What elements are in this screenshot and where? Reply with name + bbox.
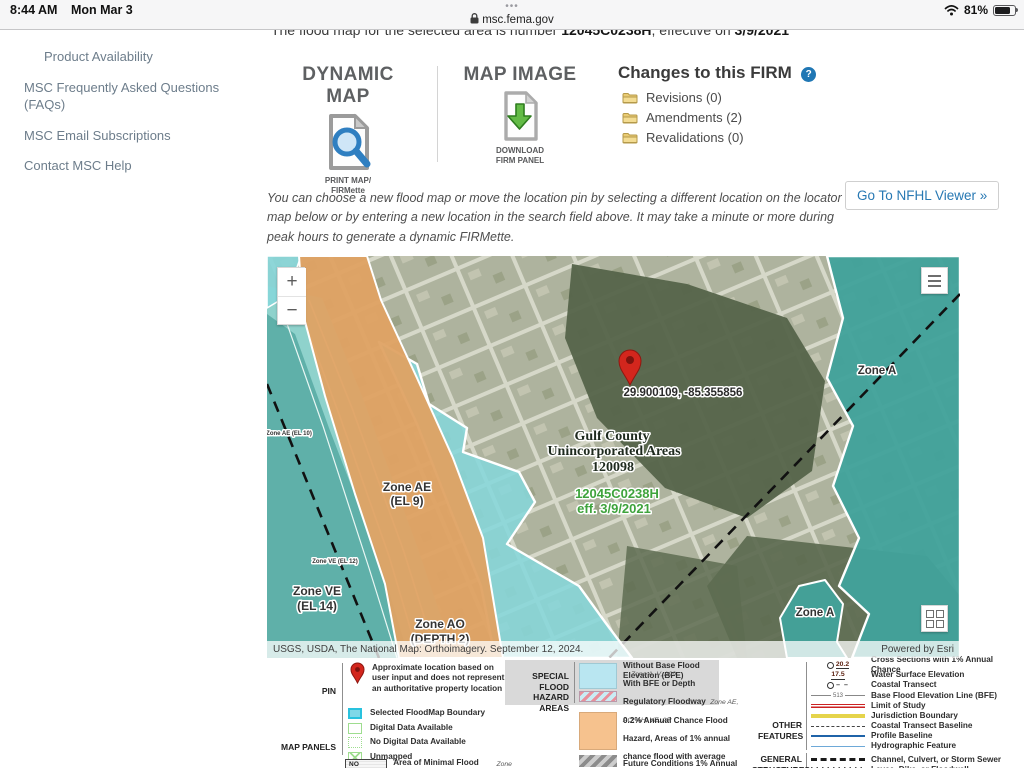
county-areas: Unincorporated Areas <box>547 444 681 459</box>
water-surface-text: Water Surface Elevation <box>871 670 964 680</box>
revalidations-link[interactable]: Revalidations (0) <box>618 130 878 145</box>
tab-overview-icon[interactable]: ••• <box>0 1 1024 12</box>
digital-data-text: Digital Data Available <box>370 723 453 733</box>
transect-baseline-text: Coastal Transect Baseline <box>871 721 972 731</box>
sidebar-item-msc-email-subscriptions[interactable]: MSC Email Subscriptions <box>24 127 224 145</box>
zoom-in-button[interactable]: + <box>278 268 306 296</box>
revisions-link[interactable]: Revisions (0) <box>618 90 878 105</box>
zoom-control: + − <box>277 267 305 325</box>
zone-ae-label: Zone AE <box>383 480 431 494</box>
no-screen-box: NO SCREEN <box>345 759 387 768</box>
selected-boundary-text: Selected FloodMap Boundary <box>370 708 485 718</box>
sfha-cyan-swatch <box>579 663 617 689</box>
browser-chrome: 8:44 AM Mon Mar 3 ••• 81% msc.fema.gov <box>0 0 1024 30</box>
map-image-block[interactable]: MAP IMAGE DOWNLOAD FIRM PANEL <box>458 64 582 167</box>
go-to-nfhl-viewer-button[interactable]: Go To NFHL Viewer » <box>845 181 999 210</box>
sidebar: Product Availability MSC Frequently Aske… <box>24 48 224 188</box>
zone-a-upper-label: Zone A <box>858 365 897 377</box>
profile-baseline-text: Profile Baseline <box>871 731 932 741</box>
other-features-rows: 20.2Cross Sections with 1% Annual Chance… <box>811 660 1024 768</box>
sidebar-item-msc-faqs[interactable]: MSC Frequently Asked Questions (FAQs) <box>24 79 224 114</box>
layer-list-button[interactable] <box>921 267 948 294</box>
hydrographic-text: Hydrographic Feature <box>871 741 956 751</box>
changes-to-firm-section: Changes to this FIRM ? Revisions (0) Ame… <box>618 63 878 145</box>
pin-legend-text: Approximate location based on user input… <box>372 663 512 694</box>
no-screen-zone: Zone X <box>496 761 515 768</box>
future-conditions-swatch <box>579 755 617 767</box>
county-name: Gulf County <box>574 429 649 444</box>
coastal-transect-text: Coastal Transect <box>871 680 937 690</box>
bfe-line-text: Base Flood Elevation Line (BFE) <box>871 691 997 701</box>
revisions-label: Revisions (0) <box>646 90 722 105</box>
limit-of-study-text: Limit of Study <box>871 701 926 711</box>
no-screen-text: Area of Minimal Flood Hazard <box>393 758 490 768</box>
amendments-link[interactable]: Amendments (2) <box>618 110 878 125</box>
revalidations-label: Revalidations (0) <box>646 130 744 145</box>
pin-coordinates-label: 29.900109, -85.355856 <box>624 387 743 399</box>
amendments-label: Amendments (2) <box>646 110 742 125</box>
powered-by-esri: Powered by Esri <box>881 644 954 655</box>
locator-map[interactable]: 29.900109, -85.355856 Gulf County Uninco… <box>267 256 960 658</box>
pin-legend-label: PIN <box>290 686 336 697</box>
floodway-text: Regulatory Floodway <box>623 697 706 706</box>
print-map-firmette-icon <box>282 112 414 174</box>
locator-note: You can choose a new flood map or move t… <box>267 189 845 247</box>
basemap-gallery-button[interactable] <box>921 605 948 632</box>
without-bfe-zones: Zone A, V, A99 <box>631 671 676 678</box>
map-image-caption: DOWNLOAD FIRM PANEL <box>458 146 582 167</box>
url-text: msc.fema.gov <box>482 14 554 26</box>
zoom-out-button[interactable]: − <box>278 296 306 324</box>
changes-title: Changes to this FIRM <box>618 63 792 82</box>
map-image-title: MAP IMAGE <box>458 64 582 86</box>
folder-icon <box>622 112 638 124</box>
future-conditions-text: Future Conditions 1% Annual Chance Flood… <box>623 759 737 768</box>
sidebar-item-product-availability[interactable]: Product Availability <box>24 48 224 66</box>
future-conditions-row: Future Conditions 1% Annual Chance Flood… <box>623 753 741 768</box>
fema-msc-page: 8:44 AM Mon Mar 3 ••• 81% msc.fema.gov T… <box>0 0 1024 768</box>
pin-legend-icon <box>350 662 365 689</box>
map-panels-label: MAP PANELS <box>276 742 336 753</box>
sidebar-item-contact-msc-help[interactable]: Contact MSC Help <box>24 157 224 175</box>
no-digital-data-swatch <box>348 737 362 748</box>
map-canvas: 29.900109, -85.355856 Gulf County Uninco… <box>267 256 960 658</box>
zone-a-lower-label: Zone A <box>796 607 835 619</box>
firm-effective-label: eff. 3/9/2021 <box>577 501 651 516</box>
jurisdiction-text: Jurisdiction Boundary <box>871 711 958 721</box>
zone-ao-label: Zone AO <box>415 617 465 631</box>
digital-data-swatch <box>348 723 362 734</box>
flood-legend: PIN Approximate location based on user i… <box>0 660 1024 768</box>
zone-ae-small-label: Zone AE (EL 10) <box>267 431 312 437</box>
selected-boundary-swatch <box>348 708 362 719</box>
county-id: 120098 <box>592 460 634 475</box>
general-structures-label: GENERALSTRUCTURES <box>752 754 802 768</box>
floodway-swatch <box>579 691 617 702</box>
zone-ve-el: (EL 14) <box>297 599 337 613</box>
dynamic-map-title: DYNAMIC MAP <box>282 64 414 108</box>
lock-icon <box>470 13 479 24</box>
dynamic-map-block[interactable]: DYNAMIC MAP PRINT MAP/ FIRMette <box>282 64 414 197</box>
zone-ve-label: Zone VE <box>293 584 341 598</box>
folder-icon <box>622 92 638 104</box>
url-bar[interactable]: msc.fema.gov <box>0 13 1024 26</box>
channel-culvert-text: Channel, Culvert, or Storm Sewer <box>871 755 1001 765</box>
zone-ve-small-label: Zone VE (EL 12) <box>312 559 358 565</box>
map-attribution: USGS, USDA, The National Map: Orthoimage… <box>267 641 960 658</box>
with-bfe-text: With BFE or Depth <box>623 679 695 689</box>
no-screen-row: NO SCREEN Area of Minimal Flood Hazard Z… <box>345 758 515 768</box>
attribution-text: USGS, USDA, The National Map: Orthoimage… <box>273 644 583 655</box>
folder-icon <box>622 132 638 144</box>
action-divider <box>437 66 438 162</box>
help-icon[interactable]: ? <box>801 67 816 82</box>
other-features-label: OTHERFEATURES <box>758 720 802 741</box>
no-digital-data-text: No Digital Data Available <box>370 737 466 747</box>
area-02pct-swatch <box>579 712 617 750</box>
firm-panel-label: 12045C0238H <box>575 486 659 501</box>
sfha-label: SPECIAL FLOODHAZARD AREAS <box>505 671 569 714</box>
zone-ae-el: (EL 9) <box>390 494 423 508</box>
download-firm-panel-icon <box>458 90 582 144</box>
